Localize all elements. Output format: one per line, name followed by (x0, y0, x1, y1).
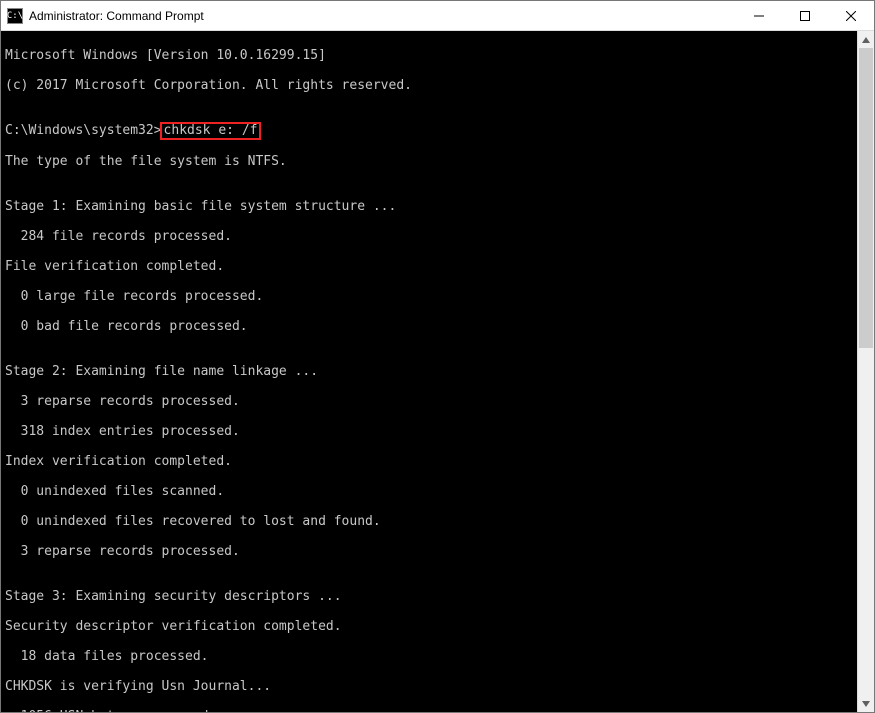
prompt-prefix: C:\Windows\system32> (5, 123, 162, 138)
window-title: Administrator: Command Prompt (29, 9, 204, 23)
output-line: 3 reparse records processed. (5, 394, 853, 409)
output-line: 0 large file records processed. (5, 289, 853, 304)
terminal-output[interactable]: Microsoft Windows [Version 10.0.16299.15… (1, 31, 857, 712)
output-line: Stage 3: Examining security descriptors … (5, 589, 853, 604)
output-line: Microsoft Windows [Version 10.0.16299.15… (5, 48, 853, 63)
output-line: (c) 2017 Microsoft Corporation. All righ… (5, 78, 853, 93)
command-highlight: chkdsk e: /f (160, 122, 262, 140)
output-line: 1056 USN bytes processed. (5, 709, 853, 712)
output-line: The type of the file system is NTFS. (5, 154, 853, 169)
cmd-icon: C:\ (7, 8, 23, 24)
output-line: Security descriptor verification complet… (5, 619, 853, 634)
output-line: Index verification completed. (5, 454, 853, 469)
output-line: Stage 2: Examining file name linkage ... (5, 364, 853, 379)
scroll-track[interactable] (858, 48, 874, 695)
output-line: CHKDSK is verifying Usn Journal... (5, 679, 853, 694)
scroll-up-arrow-icon[interactable] (858, 31, 874, 48)
window-frame: C:\ Administrator: Command Prompt Micros… (0, 0, 875, 713)
client-area: Microsoft Windows [Version 10.0.16299.15… (1, 31, 874, 712)
prompt-line: C:\Windows\system32>chkdsk e: /f (5, 123, 853, 139)
output-line: 3 reparse records processed. (5, 544, 853, 559)
maximize-icon (800, 11, 810, 21)
close-icon (846, 11, 856, 21)
output-line: 0 unindexed files scanned. (5, 484, 853, 499)
vertical-scrollbar[interactable] (857, 31, 874, 712)
output-line: 318 index entries processed. (5, 424, 853, 439)
scroll-thumb[interactable] (859, 48, 873, 348)
scroll-down-arrow-icon[interactable] (858, 695, 874, 712)
output-line: Stage 1: Examining basic file system str… (5, 199, 853, 214)
minimize-button[interactable] (736, 1, 782, 31)
output-line: 0 bad file records processed. (5, 319, 853, 334)
output-line: 18 data files processed. (5, 649, 853, 664)
output-line: File verification completed. (5, 259, 853, 274)
close-button[interactable] (828, 1, 874, 31)
output-line: 284 file records processed. (5, 229, 853, 244)
command-text: chkdsk e: /f (164, 123, 258, 138)
titlebar[interactable]: C:\ Administrator: Command Prompt (1, 1, 874, 31)
minimize-icon (754, 11, 764, 21)
output-line: 0 unindexed files recovered to lost and … (5, 514, 853, 529)
maximize-button[interactable] (782, 1, 828, 31)
